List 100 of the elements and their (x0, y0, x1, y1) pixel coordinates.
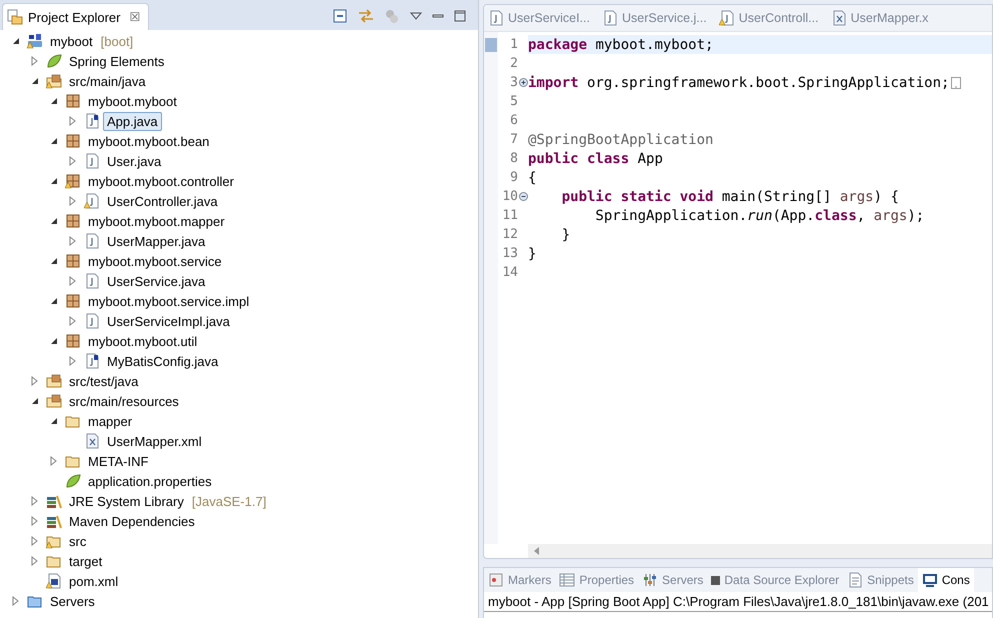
tree-item[interactable]: myboot.myboot.mapper (84, 212, 229, 230)
collapsed-arrow-icon[interactable] (69, 316, 77, 326)
panel-tab[interactable]: Cons (918, 568, 974, 592)
tree-item[interactable]: application.properties (84, 472, 216, 490)
servers-icon (642, 572, 658, 588)
expanded-arrow-icon[interactable] (12, 37, 20, 45)
collapsed-arrow-icon[interactable] (69, 156, 77, 166)
collapsed-arrow-icon[interactable] (31, 536, 39, 546)
project-icon (27, 33, 43, 49)
expanded-arrow-icon[interactable] (50, 417, 58, 425)
tree-item[interactable]: Servers (46, 592, 99, 610)
library-icon (46, 493, 62, 509)
snippets-icon (847, 572, 864, 588)
tree-item[interactable]: META-INF (84, 452, 152, 470)
view-menu-icon (410, 11, 422, 21)
java-file-icon (602, 10, 618, 26)
tree-item[interactable]: User.java (103, 152, 166, 170)
source-folder-icon (46, 73, 62, 89)
folded-code-icon[interactable] (951, 76, 962, 90)
collapsed-arrow-icon[interactable] (69, 356, 77, 366)
tree-item[interactable]: src/test/java (65, 372, 142, 390)
line-number: 5 (510, 94, 518, 109)
tree-item[interactable]: Spring Elements (65, 52, 168, 70)
package-icon (65, 293, 81, 309)
package-icon (65, 253, 81, 269)
tree-item[interactable]: target (65, 552, 106, 570)
code-line: public static void main(String[] args) { (560, 188, 899, 204)
collapsed-arrow-icon[interactable] (50, 456, 58, 466)
java-file-icon (84, 153, 100, 169)
tree-item[interactable]: myboot.myboot.bean (84, 132, 214, 150)
view-title: Project Explorer (28, 10, 120, 24)
code-line: @SpringBootApplication (528, 132, 714, 148)
package-icon (65, 173, 81, 189)
link-arrows-icon (358, 8, 374, 24)
tree-item[interactable]: UserController.java (103, 192, 222, 210)
expanded-arrow-icon[interactable] (50, 297, 58, 305)
tree-item[interactable]: myboot.myboot.service (84, 252, 226, 270)
tree-item[interactable]: UserMapper.xml (103, 432, 206, 450)
tree-item[interactable]: UserServiceImpl.java (103, 312, 234, 330)
leaf-icon (65, 473, 81, 489)
code-line: } (528, 246, 536, 262)
tree-item[interactable]: Maven Dependencies (65, 512, 199, 530)
horizontal-scrollbar[interactable] (528, 544, 992, 558)
square-icon (711, 576, 720, 584)
tree-item[interactable]: App.java (103, 112, 162, 130)
expanded-arrow-icon[interactable] (50, 137, 58, 145)
tree-item[interactable]: myboot (46, 32, 97, 50)
collapsed-arrow-icon[interactable] (31, 496, 39, 506)
tree-item[interactable]: src/main/java (65, 72, 150, 90)
tree-item[interactable]: MyBatisConfig.java (103, 352, 222, 370)
line-number: 14 (502, 265, 518, 280)
fold-minus-icon[interactable] (519, 192, 528, 201)
tree-item[interactable]: myboot.myboot (84, 92, 181, 110)
expanded-arrow-icon[interactable] (50, 97, 58, 105)
collapsed-arrow-icon[interactable] (31, 516, 39, 526)
tree-item[interactable]: myboot.myboot.service.impl (84, 292, 254, 310)
collapsed-arrow-icon[interactable] (31, 376, 39, 386)
tree-item[interactable]: src/main/resources (65, 392, 183, 410)
line-number: 3 (510, 75, 518, 90)
java-file-icon (718, 10, 735, 26)
java-file-icon (84, 113, 100, 129)
tree-item[interactable]: src (65, 532, 90, 550)
collapsed-arrow-icon[interactable] (12, 596, 20, 606)
maximize-icon (454, 10, 466, 22)
line-number: 11 (502, 208, 518, 223)
line-number: 6 (510, 113, 518, 128)
collapsed-arrow-icon[interactable] (31, 556, 39, 566)
expanded-arrow-icon[interactable] (50, 337, 58, 345)
tree-item[interactable]: pom.xml (65, 572, 122, 590)
package-icon (65, 213, 81, 229)
scroll-left-icon[interactable] (534, 547, 540, 555)
collapsed-arrow-icon[interactable] (69, 116, 77, 126)
source-folder-icon (46, 393, 62, 409)
tree-item[interactable]: mapper (84, 412, 136, 430)
expanded-arrow-icon[interactable] (50, 217, 58, 225)
expanded-arrow-icon[interactable] (50, 257, 58, 265)
tree-item[interactable]: myboot.myboot.util (84, 332, 202, 350)
fold-plus-icon[interactable] (519, 78, 528, 87)
expanded-arrow-icon[interactable] (31, 397, 39, 405)
code-line: SpringApplication.run(App.class, args); (594, 208, 924, 224)
console-title: myboot - App [Spring Boot App] C:\Program Files\Java\jre1.8.0_181\bin\javaw.exe (201 (484, 592, 992, 612)
collapse-all-icon (332, 8, 348, 24)
collapsed-arrow-icon[interactable] (69, 236, 77, 246)
collapsed-arrow-icon[interactable] (69, 196, 77, 206)
tree-item[interactable]: UserService.java (103, 272, 210, 290)
source-folder-icon (46, 373, 62, 389)
tree-item[interactable]: myboot.myboot.controller (84, 172, 238, 190)
tree-item[interactable]: JRE System Library (65, 492, 188, 510)
collapsed-arrow-icon[interactable] (69, 276, 77, 286)
java-file-icon (488, 10, 504, 26)
code-line: public class App (528, 150, 663, 166)
code-line: import org.springframework.boot.SpringApplication; (528, 74, 950, 90)
java-file-icon (84, 313, 100, 329)
tree-item[interactable]: UserMapper.java (103, 232, 210, 250)
close-icon[interactable]: ☒ (129, 10, 140, 24)
line-number: 7 (510, 132, 518, 147)
project-explorer-tab[interactable]: Project Explorer ☒ (2, 3, 150, 30)
collapsed-arrow-icon[interactable] (31, 56, 39, 66)
expanded-arrow-icon[interactable] (31, 77, 39, 85)
expanded-arrow-icon[interactable] (50, 177, 58, 185)
